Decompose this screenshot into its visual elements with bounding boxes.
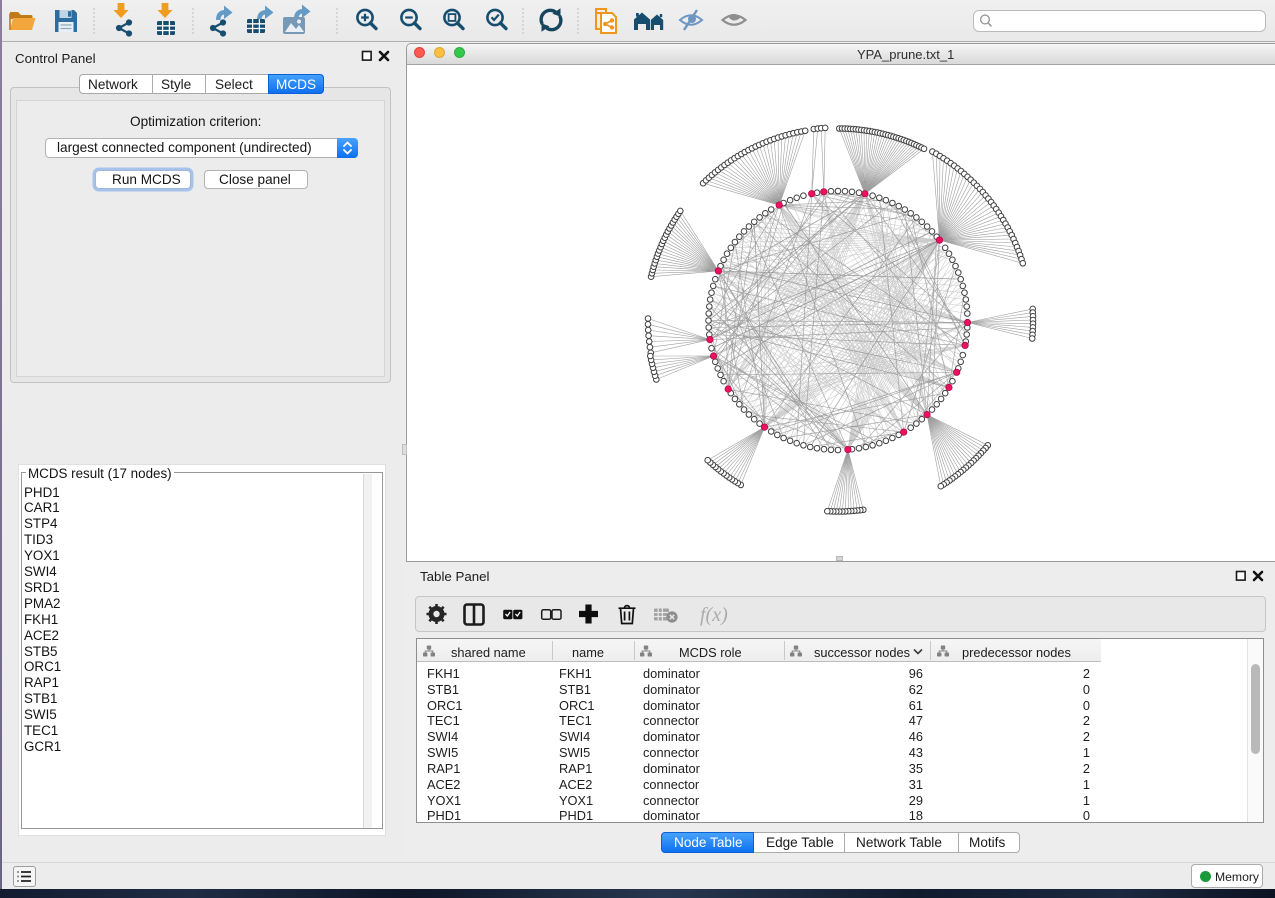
- svg-text:f(x): f(x): [700, 604, 728, 626]
